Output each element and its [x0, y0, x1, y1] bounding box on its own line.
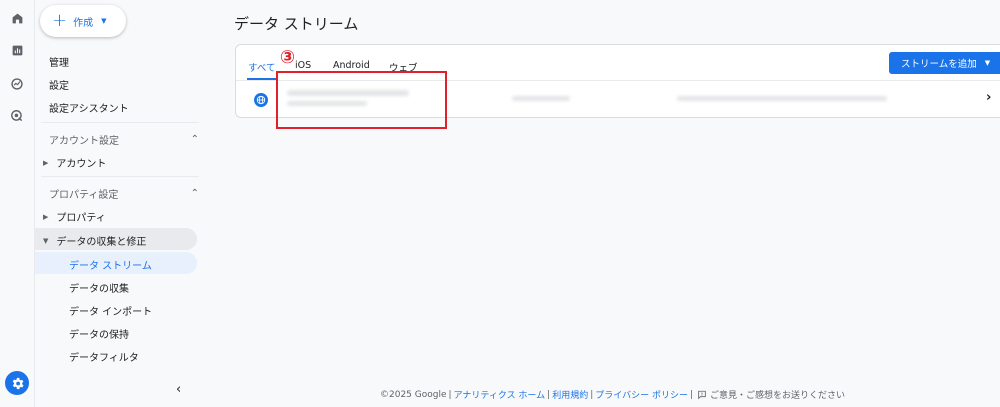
reports-icon[interactable]	[9, 42, 25, 58]
page-title: データ ストリーム	[234, 15, 359, 33]
caret-down-icon: ▼	[984, 59, 991, 67]
sidebar-item-admin[interactable]: 管理	[49, 54, 69, 69]
globe-icon	[254, 93, 268, 107]
tab-all[interactable]: すべて	[248, 60, 275, 74]
sidebar-item-account[interactable]: ▶ アカウント	[43, 155, 106, 171]
footer-feedback[interactable]: ご意見・ご感想をお送りください	[710, 388, 845, 401]
footer-link-privacy[interactable]: プライバシー ポリシー	[595, 388, 688, 401]
tab-android[interactable]: Android	[333, 60, 370, 71]
sidebar-item-settings[interactable]: 設定	[49, 77, 69, 92]
triangle-right-icon: ▶	[43, 212, 49, 221]
sidebar-item-data-retention[interactable]: データの保持	[69, 326, 129, 341]
admin-gear-icon[interactable]	[5, 371, 29, 395]
advertising-icon[interactable]	[9, 108, 25, 124]
sidebar-divider	[41, 122, 199, 123]
sidebar-item-data-streams[interactable]: データ ストリーム	[69, 257, 152, 272]
footer-separator: |	[689, 389, 694, 400]
sidebar-item-data-collection-modification[interactable]: ▼ データの収集と修正	[43, 233, 146, 249]
explore-icon[interactable]	[9, 76, 25, 92]
redacted-stream-id	[512, 96, 570, 101]
row-chevron-icon[interactable]: ›	[986, 90, 991, 105]
triangle-right-icon: ▶	[43, 158, 49, 167]
create-button[interactable]: + 作成 ▼	[40, 5, 126, 37]
property-settings-header[interactable]: プロパティ設定 ⌃	[49, 186, 199, 201]
admin-sidebar: + 作成 ▼ 管理 設定 設定アシスタント アカウント設定 ⌃ ▶ アカウント …	[35, 0, 207, 407]
sidebar-item-property[interactable]: ▶ プロパティ	[43, 209, 106, 225]
sidebar-item-setup-assistant[interactable]: 設定アシスタント	[49, 100, 129, 115]
plus-icon: +	[52, 10, 68, 31]
sidebar-item-data-collection[interactable]: データの収集	[69, 280, 129, 295]
footer-separator: |	[448, 389, 452, 400]
sidebar-item-data-import[interactable]: データ インポート	[69, 303, 152, 318]
collapse-sidebar-icon[interactable]: ‹	[176, 382, 181, 397]
nav-rail	[0, 0, 34, 407]
footer-link-terms[interactable]: 利用規約	[552, 388, 588, 401]
home-icon[interactable]	[9, 10, 25, 26]
footer-copyright: ©2025 Google	[380, 389, 447, 400]
main-content: データ ストリーム すべて iOS Android ウェブ › ストリームを追加…	[207, 0, 1000, 407]
create-label: 作成	[73, 17, 94, 29]
chevron-up-icon: ⌃	[190, 134, 199, 145]
sidebar-item-data-filters[interactable]: データフィルタ	[69, 349, 139, 364]
chevron-up-icon: ⌃	[190, 188, 199, 199]
footer: ©2025 Google | アナリティクス ホーム | 利用規約 | プライバ…	[380, 388, 845, 402]
redacted-stream-status	[677, 96, 887, 101]
annotation-step-number: ③	[279, 47, 296, 68]
sidebar-divider	[41, 176, 199, 177]
caret-down-icon: ▼	[101, 17, 107, 25]
annotation-highlight-box	[276, 71, 447, 129]
account-settings-header[interactable]: アカウント設定 ⌃	[49, 132, 199, 147]
footer-separator: |	[590, 389, 594, 400]
feedback-icon[interactable]	[697, 390, 707, 400]
triangle-down-icon: ▼	[43, 236, 49, 245]
footer-separator: |	[547, 389, 551, 400]
footer-link-analytics-home[interactable]: アナリティクス ホーム	[454, 388, 546, 401]
add-stream-button[interactable]: ストリームを追加 ▼	[889, 52, 1000, 74]
